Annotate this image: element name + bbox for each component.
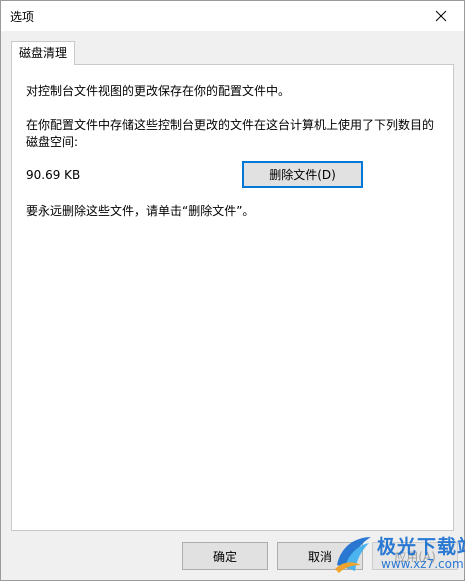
options-dialog: 选项 磁盘清理 对控制台文件视图的更改保存在你的配置文件中。 在你配置文件中存储… xyxy=(0,0,465,581)
watermark-logo-text: 极光下载站 xyxy=(377,536,465,558)
watermark: 极光下载站 www.xz7.com xyxy=(331,529,465,579)
close-icon xyxy=(435,10,447,22)
delete-instruction-text: 要永远删除这些文件，请单击“删除文件”。 xyxy=(26,204,255,218)
usage-description-line2: 磁盘空间: xyxy=(26,135,79,149)
aurora-logo-icon xyxy=(335,537,371,573)
tab-panel-disk-cleanup: 对控制台文件视图的更改保存在你的配置文件中。 在你配置文件中存储这些控制台更改的… xyxy=(11,64,454,531)
delete-files-button[interactable]: 删除文件(D) xyxy=(242,161,363,188)
ok-button[interactable]: 确定 xyxy=(182,542,268,570)
disk-usage-value: 90.69 KB xyxy=(26,168,81,182)
close-button[interactable] xyxy=(418,1,464,31)
tab-disk-cleanup[interactable]: 磁盘清理 xyxy=(11,41,75,65)
title-bar: 选项 xyxy=(1,1,464,31)
window-title: 选项 xyxy=(10,10,35,24)
usage-description-line1: 在你配置文件中存储这些控制台更改的文件在这台计算机上使用了下列数目的 xyxy=(26,118,435,132)
watermark-url: www.xz7.com xyxy=(381,557,464,571)
description-text: 对控制台文件视图的更改保存在你的配置文件中。 xyxy=(26,84,291,98)
